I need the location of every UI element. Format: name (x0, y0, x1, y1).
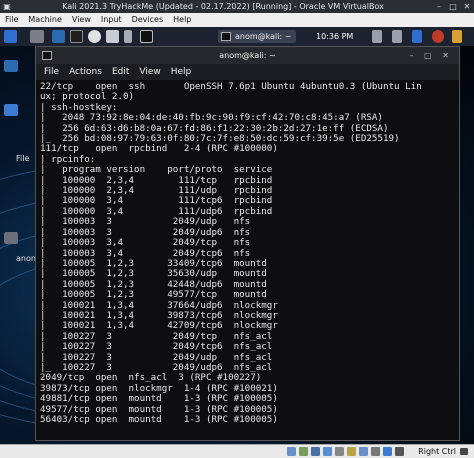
usb-icon[interactable] (335, 447, 344, 456)
desktop-label-home: anon (16, 254, 36, 263)
desktop-folder-icon[interactable] (4, 60, 18, 72)
window-controls[interactable]: – □ ✕ (410, 47, 453, 64)
cpu-icon[interactable] (383, 447, 392, 456)
dropdown-icon[interactable] (124, 30, 132, 43)
terminal-title: anom@kali: ~ (219, 51, 276, 60)
lock-icon[interactable] (452, 30, 462, 43)
panel-clock: 10:36 PM (316, 32, 354, 41)
vbox-menu-devices[interactable]: Devices (127, 13, 169, 27)
terminal-launcher-icon[interactable] (70, 30, 83, 43)
close-icon[interactable]: ✕ (460, 0, 474, 13)
host-key-label: Right Ctrl (418, 447, 456, 456)
terminal-icon (221, 32, 231, 41)
vbox-menu-view[interactable]: View (67, 13, 96, 27)
terminal-output[interactable]: 22/tcp open ssh OpenSSH 7.6p1 Ubuntu 4ub… (40, 82, 456, 440)
network-icon[interactable] (372, 30, 382, 43)
notification-icon[interactable] (412, 30, 422, 43)
maximize-icon[interactable]: □ (446, 0, 460, 13)
app-icon[interactable] (106, 30, 119, 43)
vbox-menu-input[interactable]: Input (96, 13, 127, 27)
display-icon[interactable] (359, 447, 368, 456)
kali-top-panel: anom@kali: ~ 10:36 PM (0, 27, 474, 46)
vbox-menu-machine[interactable]: Machine (23, 13, 67, 27)
kali-menu-icon[interactable] (4, 30, 17, 43)
power-icon[interactable] (432, 30, 444, 43)
taskbar-task-label: anom@kali: ~ (235, 32, 292, 41)
browser-icon[interactable] (88, 30, 101, 43)
network-adapter-icon[interactable] (323, 447, 332, 456)
volume-icon[interactable] (392, 30, 402, 43)
terminal-window[interactable]: anom@kali: ~ – □ ✕ File Actions Edit Vie… (35, 46, 460, 441)
terminal-line: 56403/tcp open mountd 1-3 (RPC #100005) (40, 414, 278, 425)
keyboard-icon (460, 448, 468, 455)
terminal-line: 111/tcp open rpcbind 2-4 (RPC #100000) (40, 143, 278, 155)
terminal-titlebar: anom@kali: ~ – □ ✕ (36, 47, 459, 64)
terminal-menu-help[interactable]: Help (166, 64, 197, 80)
desktop-folder-icon[interactable] (4, 104, 18, 116)
terminal-menu-actions[interactable]: Actions (64, 64, 107, 80)
terminal-icon (42, 51, 52, 60)
mouse-integration-icon[interactable] (395, 447, 404, 456)
vbox-menubar: File Machine View Input Devices Help (0, 13, 474, 28)
hard-disk-icon[interactable] (287, 447, 296, 456)
terminal-line: | 100003 3,4 2049/tcp nfs (40, 237, 251, 249)
workspace-icon[interactable] (30, 30, 44, 43)
terminal-line: | 100227 3 2049/tcp6 nfs_acl (40, 341, 273, 353)
audio-icon[interactable] (311, 447, 320, 456)
active-terminal-icon[interactable] (140, 30, 153, 43)
terminal-line: | 100005 1,2,3 49577/tcp mountd (40, 289, 267, 301)
vbox-window-title: Kali 2021.3 TryHackMe (Updated - 02.17.2… (62, 2, 384, 11)
minimize-icon[interactable]: – (432, 0, 446, 13)
optical-drive-icon[interactable] (299, 447, 308, 456)
vbox-titlebar: ▣ Kali 2021.3 TryHackMe (Updated - 02.17… (0, 0, 474, 13)
shared-folders-icon[interactable] (347, 447, 356, 456)
terminal-menu-file[interactable]: File (39, 64, 64, 80)
vbox-statusbar: Right Ctrl (0, 444, 474, 458)
vbox-menu-help[interactable]: Help (168, 13, 196, 27)
terminal-menu-view[interactable]: View (134, 64, 165, 80)
folder-icon[interactable] (52, 30, 65, 43)
terminal-menu-edit[interactable]: Edit (107, 64, 134, 80)
terminal-menubar: File Actions Edit View Help (36, 64, 459, 80)
vbox-menu-file[interactable]: File (0, 13, 23, 27)
desktop-label-file: File (16, 154, 30, 163)
vbox-app-icon: ▣ (3, 2, 11, 11)
recording-icon[interactable] (371, 447, 380, 456)
desktop-home-icon[interactable] (4, 232, 18, 244)
taskbar-terminal-task[interactable]: anom@kali: ~ (218, 30, 296, 43)
